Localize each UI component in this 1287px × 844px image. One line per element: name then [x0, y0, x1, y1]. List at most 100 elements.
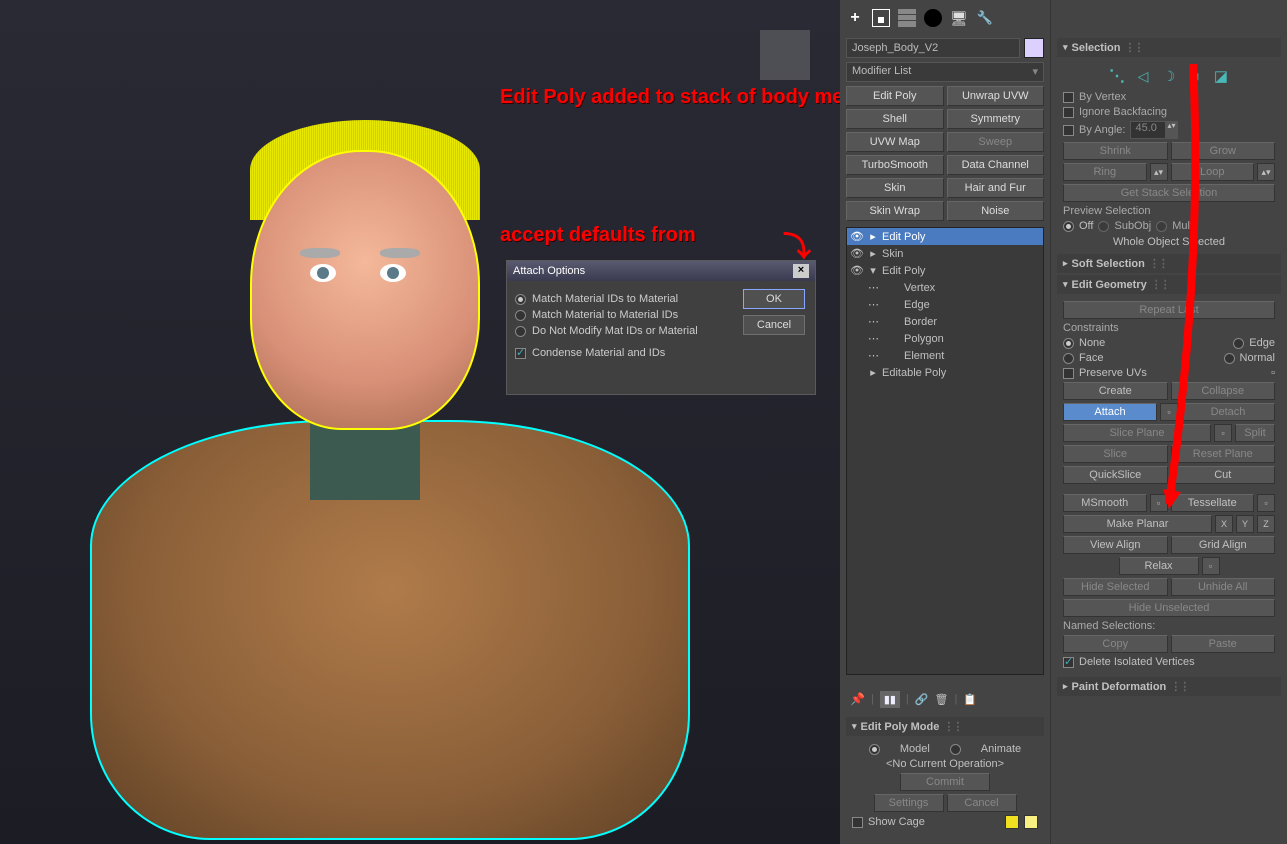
tessellate-settings[interactable]: ▫: [1257, 494, 1275, 512]
make-planar-button[interactable]: Make Planar: [1063, 515, 1212, 533]
attach-list-button[interactable]: ▫: [1160, 403, 1178, 421]
ring-button[interactable]: Ring: [1063, 163, 1147, 181]
grid-align-button[interactable]: Grid Align: [1171, 536, 1276, 554]
angle-spinner[interactable]: 45.0▴▾: [1130, 121, 1178, 139]
ok-button[interactable]: OK: [743, 289, 805, 309]
slice-plane-button[interactable]: Slice Plane: [1063, 424, 1211, 442]
cancel-button[interactable]: Cancel: [947, 794, 1017, 812]
modifier-button[interactable]: Noise: [947, 201, 1045, 221]
radio-do-not-modify[interactable]: [515, 326, 526, 337]
msmooth-settings[interactable]: ▫: [1150, 494, 1168, 512]
shrink-button[interactable]: Shrink: [1063, 142, 1168, 160]
vertex-selection-icon[interactable]: [1106, 65, 1128, 87]
radio-constraint-normal[interactable]: [1224, 353, 1235, 364]
loop-spinner[interactable]: ▴▾: [1257, 163, 1275, 181]
rollout-header[interactable]: Paint Deformation⋮⋮: [1057, 677, 1281, 696]
expand-icon[interactable]: ▸: [868, 247, 878, 260]
utilities-tab[interactable]: [976, 9, 994, 27]
modifier-button[interactable]: Data Channel: [947, 155, 1045, 175]
checkbox-by-vertex[interactable]: [1063, 92, 1074, 103]
border-selection-icon[interactable]: [1158, 65, 1180, 87]
checkbox-show-cage[interactable]: [852, 817, 863, 828]
expand-icon[interactable]: ▸: [868, 366, 878, 379]
expand-icon[interactable]: ▾: [868, 264, 878, 277]
planar-y-button[interactable]: Y: [1236, 515, 1254, 533]
quickslice-button[interactable]: QuickSlice: [1063, 466, 1168, 484]
radio-preview-off[interactable]: [1063, 221, 1074, 232]
motion-tab[interactable]: [924, 9, 942, 27]
relax-settings[interactable]: ▫: [1202, 557, 1220, 575]
repeat-last-button[interactable]: Repeat Last: [1063, 301, 1275, 319]
radio-match-mat-to-ids[interactable]: [515, 310, 526, 321]
paste-button[interactable]: Paste: [1171, 635, 1276, 653]
edge-selection-icon[interactable]: [1132, 65, 1154, 87]
stack-item[interactable]: ⋯Edge: [847, 296, 1043, 313]
radio-model[interactable]: [869, 744, 880, 755]
stack-item[interactable]: ▸Editable Poly: [847, 364, 1043, 381]
get-stack-selection-button[interactable]: Get Stack Selection: [1063, 184, 1275, 202]
tessellate-button[interactable]: Tessellate: [1171, 494, 1255, 512]
radio-constraint-face[interactable]: [1063, 353, 1074, 364]
element-selection-icon[interactable]: [1210, 65, 1232, 87]
radio-match-ids-to-mat[interactable]: [515, 294, 526, 305]
cage-color-1[interactable]: [1005, 815, 1019, 829]
make-unique-icon[interactable]: 🔗: [915, 693, 929, 706]
radio-preview-multi[interactable]: [1156, 221, 1167, 232]
show-end-result-icon[interactable]: ▮▮: [880, 691, 900, 708]
visibility-icon[interactable]: 👁: [850, 247, 864, 260]
settings-button[interactable]: Settings: [874, 794, 944, 812]
modify-tab[interactable]: [872, 9, 890, 27]
rollout-header[interactable]: Edit Poly Mode⋮⋮: [846, 717, 1044, 736]
ring-spinner[interactable]: ▴▾: [1150, 163, 1168, 181]
modifier-button[interactable]: Unwrap UVW: [947, 86, 1045, 106]
modifier-button[interactable]: Sweep: [947, 132, 1045, 152]
stack-item[interactable]: ⋯Polygon: [847, 330, 1043, 347]
cut-button[interactable]: Cut: [1171, 466, 1276, 484]
hierarchy-tab[interactable]: [898, 9, 916, 27]
modifier-button[interactable]: Shell: [846, 109, 944, 129]
visibility-icon[interactable]: 👁: [850, 264, 864, 277]
close-icon[interactable]: ×: [793, 264, 809, 278]
stack-item[interactable]: ⋯Vertex: [847, 279, 1043, 296]
checkbox-delete-isolated[interactable]: [1063, 657, 1074, 668]
modifier-button[interactable]: Skin: [846, 178, 944, 198]
copy-button[interactable]: Copy: [1063, 635, 1168, 653]
radio-constraint-none[interactable]: [1063, 338, 1074, 349]
pin-stack-icon[interactable]: [850, 692, 865, 706]
hide-unselected-button[interactable]: Hide Unselected: [1063, 599, 1275, 617]
planar-x-button[interactable]: X: [1215, 515, 1233, 533]
visibility-icon[interactable]: 👁: [850, 230, 864, 243]
modifier-button[interactable]: TurboSmooth: [846, 155, 944, 175]
grow-button[interactable]: Grow: [1171, 142, 1276, 160]
msmooth-button[interactable]: MSmooth: [1063, 494, 1147, 512]
rollout-header[interactable]: Selection⋮⋮: [1057, 38, 1281, 57]
split-check[interactable]: ▫: [1214, 424, 1232, 442]
checkbox-ignore-backfacing[interactable]: [1063, 107, 1074, 118]
unhide-all-button[interactable]: Unhide All: [1171, 578, 1276, 596]
hide-selected-button[interactable]: Hide Selected: [1063, 578, 1168, 596]
stack-item[interactable]: 👁▾Edit Poly: [847, 262, 1043, 279]
preserve-uvs-settings[interactable]: ▫: [1271, 367, 1275, 379]
dialog-titlebar[interactable]: Attach Options ×: [507, 261, 815, 281]
modifier-button[interactable]: Symmetry: [947, 109, 1045, 129]
object-color-swatch[interactable]: [1024, 38, 1044, 58]
modifier-button[interactable]: Hair and Fur (WSM): [947, 178, 1045, 198]
checkbox-preserve-uvs[interactable]: [1063, 368, 1074, 379]
configure-sets-icon[interactable]: [963, 693, 977, 706]
checkbox-condense[interactable]: [515, 348, 526, 359]
split-button[interactable]: Split: [1235, 424, 1275, 442]
viewport[interactable]: [0, 0, 840, 844]
reset-plane-button[interactable]: Reset Plane: [1171, 445, 1276, 463]
stack-item[interactable]: ⋯Element: [847, 347, 1043, 364]
stack-item[interactable]: 👁▸Edit Poly: [847, 228, 1043, 245]
planar-z-button[interactable]: Z: [1257, 515, 1275, 533]
commit-button[interactable]: Commit: [900, 773, 990, 791]
modifier-button[interactable]: UVW Map: [846, 132, 944, 152]
radio-constraint-edge[interactable]: [1233, 338, 1244, 349]
modifier-button[interactable]: Edit Poly: [846, 86, 944, 106]
rollout-header[interactable]: Edit Geometry⋮⋮: [1057, 275, 1281, 294]
slice-button[interactable]: Slice: [1063, 445, 1168, 463]
checkbox-by-angle[interactable]: [1063, 125, 1074, 136]
relax-button[interactable]: Relax: [1119, 557, 1199, 575]
create-tab[interactable]: [846, 9, 864, 27]
